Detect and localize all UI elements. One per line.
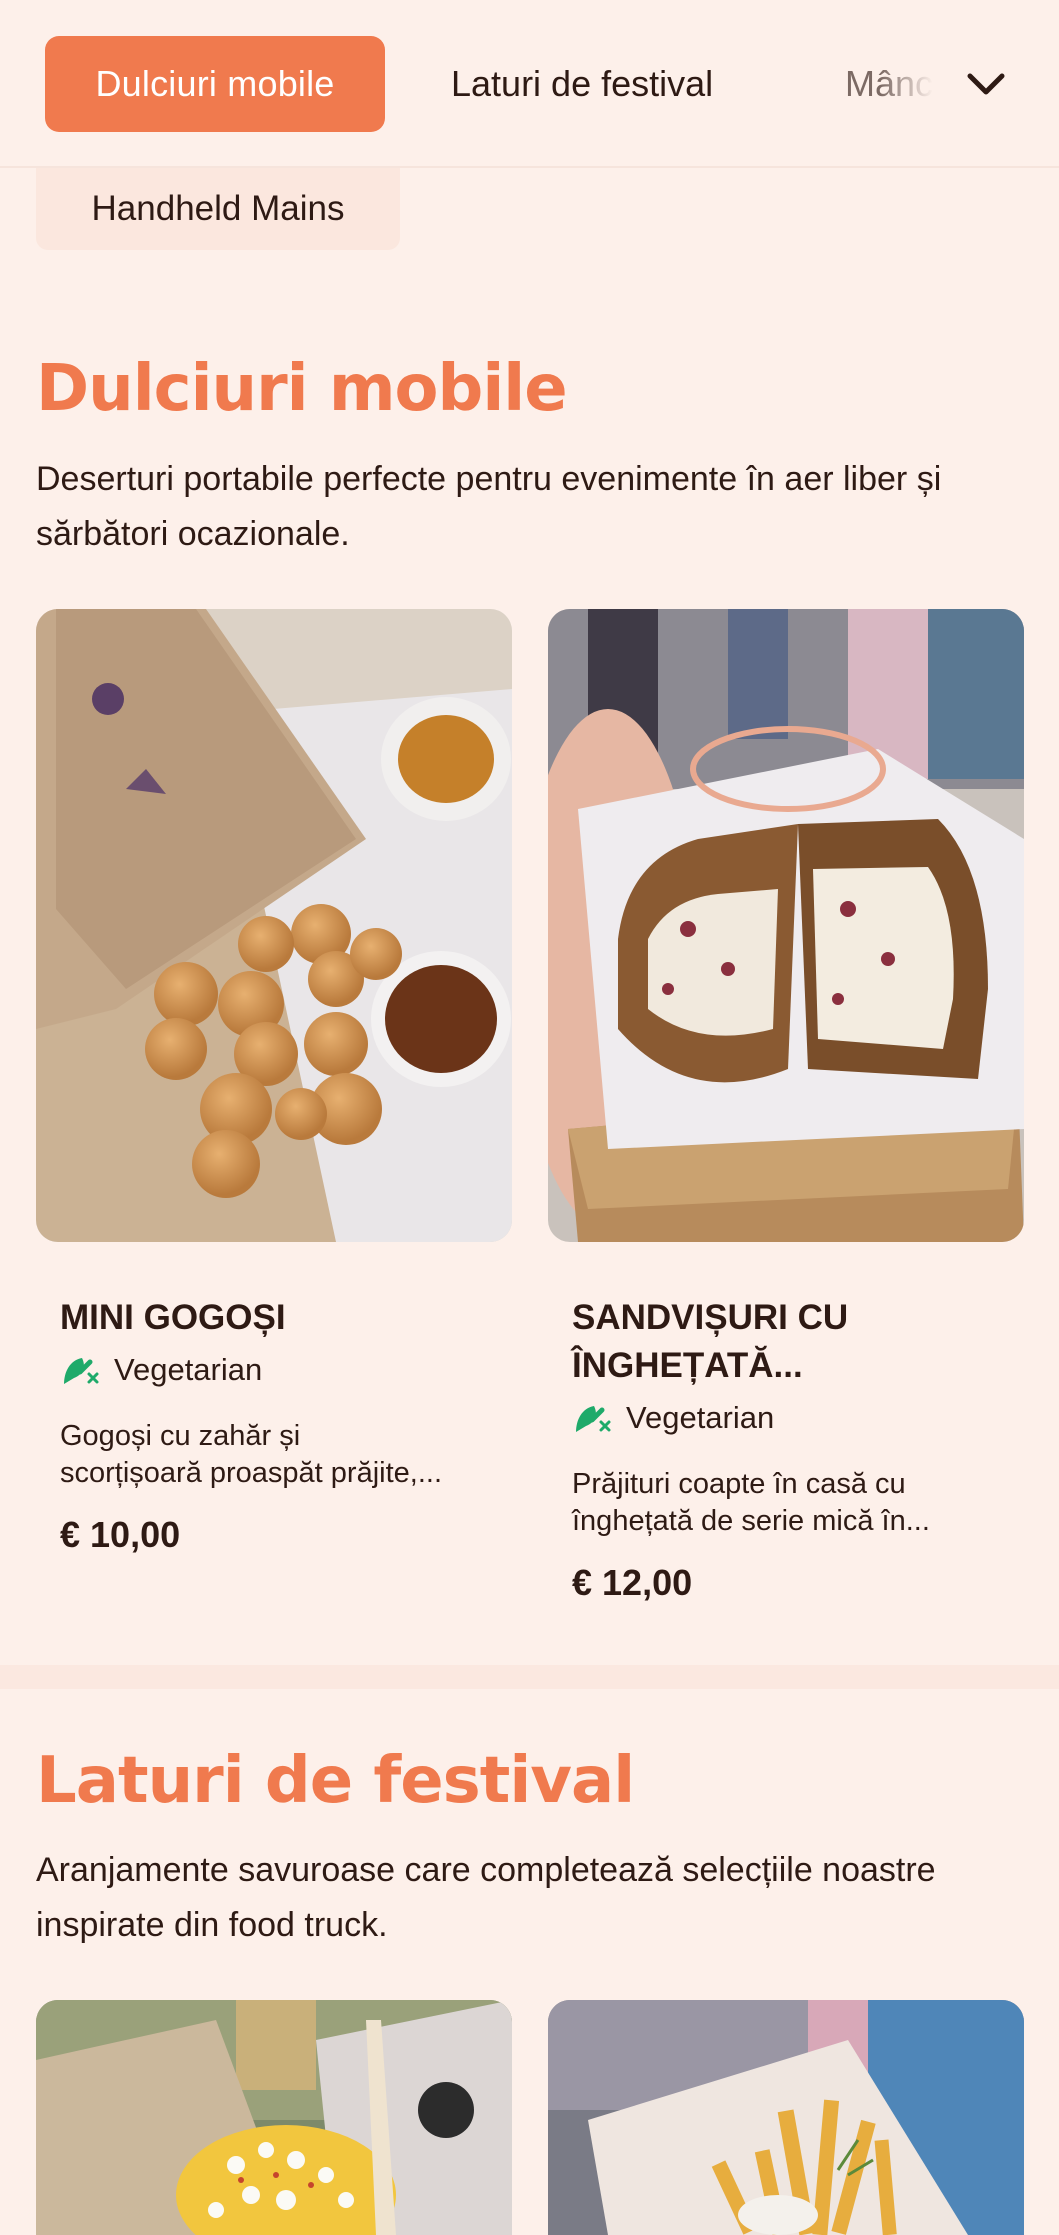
menu-item-name-line: SANDVIȘURI CU (572, 1298, 849, 1337)
category-tab-handheld-mains[interactable]: Handheld Mains (36, 168, 400, 250)
menu-item-image-corn (36, 2000, 512, 2235)
menu-item-description-line: scorțișoară proaspăt prăjite,... (60, 1457, 443, 1489)
category-tab-dulciuri-mobile[interactable]: Dulciuri mobile (45, 36, 385, 132)
vegetarian-icon (576, 1406, 611, 1432)
menu-item-card[interactable]: MINI GOGOȘI Vegetarian Gogoși cu zahăr ș… (36, 609, 512, 1556)
dietary-tag: Vegetarian (60, 1352, 488, 1388)
section-divider (0, 1665, 1059, 1689)
section-description: Deserturi portabile perfecte pentru even… (36, 460, 942, 553)
menu-item-image-mini-gogosi (36, 609, 512, 1242)
category-nav: Dulciuri mobile Laturi de festival Mânc (0, 0, 1059, 168)
section-description: Aranjamente savuroase care completează s… (36, 1851, 936, 1944)
menu-item-card[interactable] (548, 2000, 1024, 2235)
menu-item-card[interactable]: SANDVIȘURI CU ÎNGHEȚATĂ... Vegetarian Pr… (548, 609, 1024, 1604)
menu-item-card[interactable] (36, 2000, 512, 2235)
menu-item-name-line: ÎNGHEȚATĂ... (572, 1346, 803, 1385)
menu-item-description-line: înghețată de serie mică în... (572, 1505, 930, 1537)
vegetarian-icon (64, 1358, 99, 1384)
category-tab-laturi-de-festival[interactable]: Laturi de festival (451, 36, 713, 132)
menu-item-description-line: Prăjituri coapte în casă cu (572, 1468, 906, 1500)
category-tab-partial[interactable]: Mânc (845, 36, 945, 132)
menu-item-name: MINI GOGOȘI (60, 1298, 286, 1337)
menu-item-name: SANDVIȘURI CU ÎNGHEȚATĂ... (572, 1294, 1000, 1390)
dietary-tag-label: Vegetarian (626, 1400, 775, 1435)
dietary-tag-label: Vegetarian (114, 1352, 263, 1387)
menu-item-image-sandvisuri-cu-inghetata (548, 609, 1024, 1242)
menu-item-price: € 12,00 (572, 1562, 693, 1603)
menu-item-description-line: Gogoși cu zahăr și (60, 1420, 301, 1452)
menu-item-description: Prăjituri coapte în casă cu înghețată de… (572, 1466, 1000, 1540)
category-tab-partial-label: Mânc (845, 63, 934, 104)
dietary-tag: Vegetarian (572, 1400, 1000, 1436)
section-title-laturi-de-festival: Laturi de festival (36, 1744, 635, 1818)
menu-item-image-fries (548, 2000, 1024, 2235)
section-title-dulciuri-mobile: Dulciuri mobile (36, 352, 568, 426)
chevron-down-icon[interactable] (962, 60, 1010, 108)
menu-item-description: Gogoși cu zahăr și scorțișoară proaspăt … (60, 1418, 488, 1492)
menu-item-price: € 10,00 (60, 1514, 181, 1555)
